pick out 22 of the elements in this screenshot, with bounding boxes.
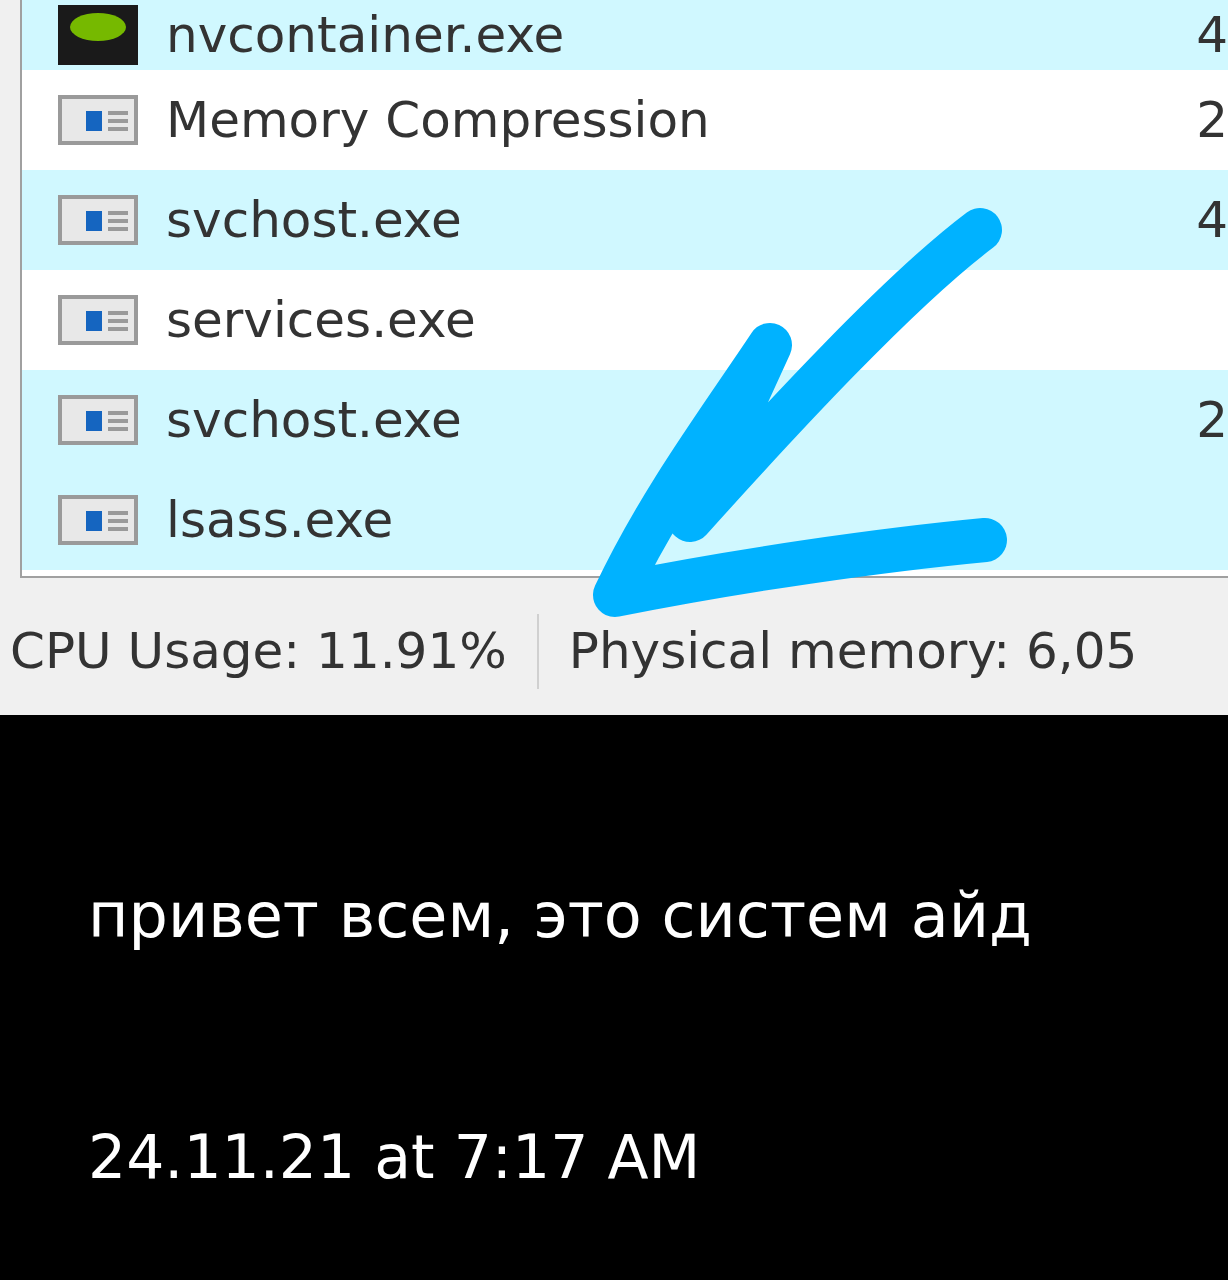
process-name: services.exe: [166, 289, 476, 351]
table-cell-text: 2: [1196, 389, 1228, 451]
process-name: svchost.exe: [166, 389, 462, 451]
process-name: svchost.exe: [166, 189, 462, 251]
process-row[interactable]: svchost.exe 4: [22, 170, 1228, 270]
timestamp: 24.11.21 at 7:17 AM: [88, 1127, 702, 1187]
window-icon: [58, 495, 138, 545]
table-cell-text: 4: [1196, 189, 1228, 251]
process-row[interactable]: nvcontainer.exe 4: [22, 0, 1228, 70]
table-cell-text: 4: [1196, 4, 1228, 66]
cpu-usage-text: CPU Usage: 11.91%: [0, 614, 539, 689]
process-row[interactable]: svchost.exe 2: [22, 370, 1228, 470]
window-icon: [58, 195, 138, 245]
table-cell-text: 2: [1196, 89, 1228, 151]
process-name: lsass.exe: [166, 489, 394, 551]
window-icon: [58, 395, 138, 445]
window-icon: [58, 295, 138, 345]
window-icon: [58, 95, 138, 145]
process-name: Memory Compression: [166, 89, 710, 151]
process-name: nvcontainer.exe: [166, 4, 565, 66]
nvidia-icon: [58, 5, 138, 65]
memory-text: Physical memory: 6,05: [567, 621, 1138, 682]
